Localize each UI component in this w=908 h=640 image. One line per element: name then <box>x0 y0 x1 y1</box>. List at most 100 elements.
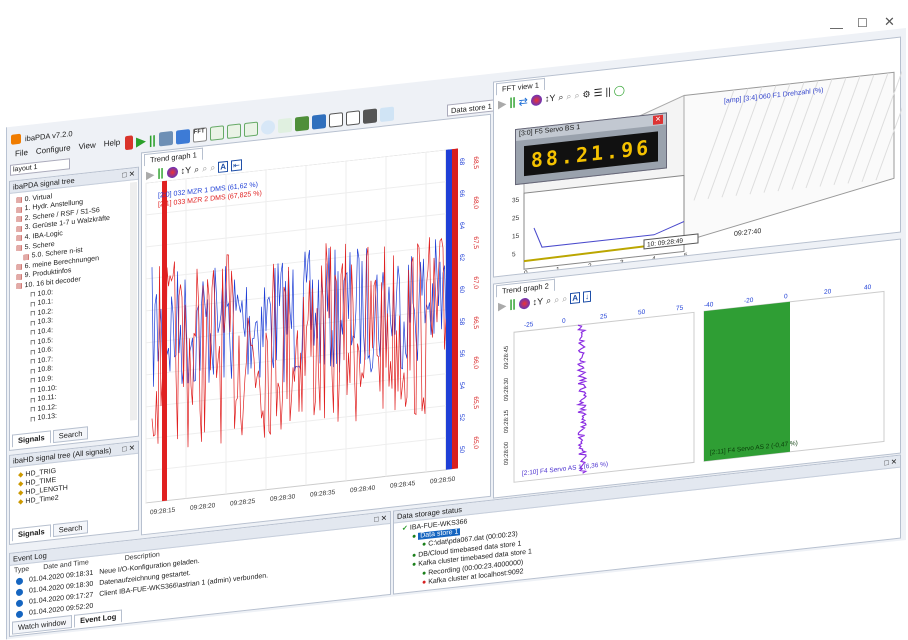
pane-pin-icon[interactable]: □ ✕ <box>122 169 135 179</box>
signal-icon: ⊓ <box>30 387 36 395</box>
tab-hd-search[interactable]: Search <box>52 520 89 538</box>
abc-icon[interactable] <box>328 112 343 128</box>
play-icon[interactable]: ▶ <box>136 133 146 150</box>
pause-icon[interactable]: || <box>509 298 515 311</box>
module-icon: ▤ <box>16 206 23 214</box>
color-wheel-icon[interactable] <box>530 93 542 106</box>
info-icon <box>16 599 23 608</box>
annotation-icon[interactable]: A <box>218 160 229 173</box>
tree-item[interactable]: ⊓ 10.13: <box>30 413 57 424</box>
pause-icon[interactable]: || <box>509 96 515 109</box>
cursor-icon[interactable]: ↓ <box>583 290 592 303</box>
y-tick-label-blue: 56 <box>458 350 465 358</box>
chart-icon[interactable] <box>209 125 224 141</box>
module-icon: ▤ <box>16 234 23 243</box>
y-tick-label-blue: 52 <box>458 414 465 422</box>
zoom-in-icon[interactable]: ⌕ <box>202 163 207 175</box>
pane-close-icon[interactable]: □ ✕ <box>374 513 387 523</box>
trend2-y-tick: 09:28:15 <box>504 409 510 434</box>
tree-scrollbar[interactable] <box>130 181 137 421</box>
trend2-right-tick: -40 <box>704 301 714 309</box>
cursor-icon[interactable]: ⇤ <box>231 158 242 171</box>
digital-icon[interactable] <box>311 114 326 130</box>
line-chart-icon[interactable] <box>226 123 241 139</box>
zoom-in-icon[interactable]: ⌕ <box>566 90 571 102</box>
x-tick-label: 09:28:45 <box>390 480 416 490</box>
tree-item-label: 10.11: <box>37 393 57 403</box>
signal-icon: ⊓ <box>30 329 36 338</box>
app-icon <box>11 133 21 145</box>
tree-item-label: 10.0: <box>37 288 54 298</box>
zoom-out-icon[interactable]: ⌕ <box>562 293 567 305</box>
refresh-icon[interactable]: ⇄ <box>519 94 528 108</box>
tab-hd-signals[interactable]: Signals <box>12 524 51 542</box>
text-icon[interactable] <box>345 110 360 126</box>
bar-icon[interactable] <box>362 108 377 124</box>
info-icon <box>16 588 23 597</box>
signal-icon: ⊓ <box>30 348 36 357</box>
xy-chart-icon[interactable] <box>243 121 258 138</box>
pause-icon[interactable]: || <box>157 167 163 180</box>
y-tick-label-red: 67,0 <box>472 276 479 290</box>
close-icon[interactable]: ✕ <box>653 114 663 125</box>
cursor-icon[interactable]: || <box>606 86 611 98</box>
menu-file[interactable]: File <box>15 147 28 157</box>
zoom-reset-icon[interactable]: ⌕ <box>546 295 551 307</box>
trend2-left-tick: 0 <box>562 318 566 325</box>
trend1-plot[interactable]: [2:0] 032 MZR 1 DMS (61,62 %)[2:1] 033 M… <box>142 145 492 534</box>
record-icon[interactable] <box>125 135 133 151</box>
fft-x-tick: 0 <box>524 270 528 277</box>
color-wheel-icon[interactable] <box>518 297 530 310</box>
fft-x-tick: 3 <box>620 259 624 266</box>
hd-pane-close-icon[interactable]: □ ✕ <box>122 443 135 453</box>
red-spike <box>162 180 167 502</box>
tab-signals[interactable]: Signals <box>12 430 51 448</box>
io-manager-icon[interactable] <box>158 130 173 147</box>
table-icon[interactable] <box>294 115 309 132</box>
tab-event-log[interactable]: Event Log <box>74 609 123 628</box>
fft-y-tick: 15 <box>512 233 520 241</box>
zoom-reset-icon[interactable]: ⌕ <box>558 91 563 103</box>
y-tick-label-blue: 64 <box>458 222 465 230</box>
pane-close-icon[interactable]: □ ✕ <box>884 457 897 467</box>
module-icon: ▤ <box>16 225 23 234</box>
color-wheel-icon[interactable] <box>166 165 178 179</box>
signal-icon: ⊓ <box>30 415 36 424</box>
zoom-reset-icon[interactable]: ⌕ <box>194 164 199 176</box>
tree-item-label: 10.6: <box>37 346 54 355</box>
trend-icon[interactable] <box>175 129 190 145</box>
y-tick-label-blue: 54 <box>458 382 465 390</box>
settings-icon[interactable]: ⚙ <box>583 88 591 100</box>
zoom-out-icon[interactable]: ⌕ <box>574 90 579 102</box>
pause-icon[interactable]: || <box>149 133 156 148</box>
fft-time-label: 09:27:40 <box>734 228 761 238</box>
play-icon[interactable]: ▶ <box>146 167 154 181</box>
x-tick-label: 09:28:40 <box>350 485 376 495</box>
stats-icon[interactable] <box>379 106 394 123</box>
snowflake-icon[interactable] <box>277 117 292 134</box>
menu-configure[interactable]: Configure <box>36 143 71 156</box>
play-icon[interactable]: ▶ <box>498 97 506 111</box>
annotation-icon[interactable]: A <box>570 291 581 304</box>
signal-icon: ⊓ <box>30 291 36 299</box>
tab-search[interactable]: Search <box>52 426 89 444</box>
zoom-y-icon[interactable]: ↕Y <box>533 296 544 307</box>
gauge-icon[interactable] <box>260 119 275 136</box>
zoom-y-icon[interactable]: ↕Y <box>181 165 192 176</box>
fft-icon[interactable]: FFT <box>192 127 207 143</box>
zoom-out-icon[interactable]: ⌕ <box>210 162 215 174</box>
zoom-in-icon[interactable]: ⌕ <box>554 294 559 306</box>
tree-item-label: 10.13: <box>37 413 57 423</box>
menu-help[interactable]: Help <box>104 137 120 148</box>
play-icon[interactable]: ▶ <box>498 299 506 313</box>
trend2-left-tick: 75 <box>676 305 684 313</box>
layout-selector[interactable]: layout 1 <box>10 158 70 176</box>
digital-readout: 88.21.96 <box>524 131 658 177</box>
fft-x-tick: 1 <box>556 266 560 273</box>
status-icon: ● <box>422 569 427 577</box>
tab-watch-window[interactable]: Watch window <box>12 615 73 635</box>
zoom-y-icon[interactable]: ↕Y <box>545 93 556 104</box>
cycle-icon[interactable]: ◯ <box>614 85 625 97</box>
layout-icon[interactable]: ☰ <box>594 87 603 99</box>
menu-view[interactable]: View <box>79 140 96 151</box>
